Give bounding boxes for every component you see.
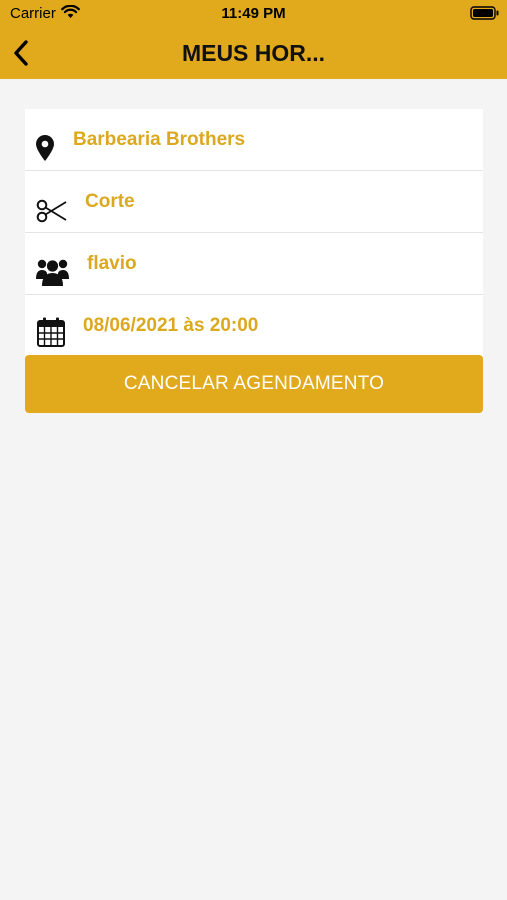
location-row: Barbearia Brothers: [25, 109, 483, 171]
location-label: Barbearia Brothers: [73, 129, 246, 150]
datetime-row: 08/06/2021 às 20:00: [25, 295, 483, 356]
header-bar: Carrier 11:49 PM MEUS HOR...: [0, 0, 507, 79]
service-row: Corte: [25, 171, 483, 233]
clock: 11:49 PM: [221, 5, 286, 22]
map-pin-icon: [36, 135, 54, 161]
scissors-icon: [36, 199, 67, 223]
page-title: MEUS HOR...: [181, 40, 326, 66]
battery-icon: [470, 6, 499, 20]
back-chevron-icon: [14, 40, 28, 66]
back-button[interactable]: [6, 36, 36, 70]
cancel-appointment-button[interactable]: CANCELAR AGENDAMENTO: [25, 355, 483, 413]
professional-label: flavio: [87, 253, 137, 274]
appointment-details-card: Barbearia Brothers Corte flavio 08/06/20…: [25, 109, 483, 356]
calendar-icon: [37, 317, 65, 347]
people-icon: [36, 259, 69, 286]
status-bar: Carrier 11:49 PM: [0, 0, 507, 28]
service-label: Corte: [85, 191, 135, 212]
professional-row: flavio: [25, 233, 483, 295]
datetime-label: 08/06/2021 às 20:00: [83, 315, 259, 336]
